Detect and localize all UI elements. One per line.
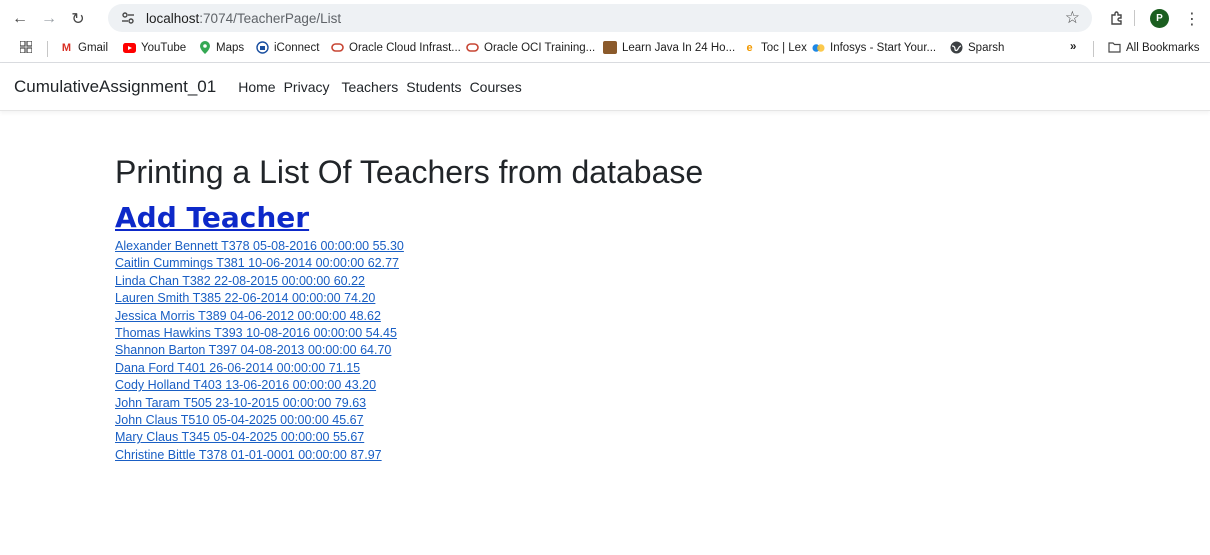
- bookmark-learn-java[interactable]: Learn Java In 24 Ho...: [603, 41, 735, 54]
- bookmark-label: iConnect: [274, 41, 320, 54]
- bookmark-label: Infosys - Start Your...: [830, 41, 937, 54]
- bookmark-label: Oracle Cloud Infrast...: [349, 41, 461, 54]
- more-bookmarks-button[interactable]: »: [1070, 41, 1076, 53]
- oracle-icon: [331, 41, 344, 54]
- folder-icon: [1108, 41, 1121, 54]
- teacher-link[interactable]: Lauren Smith T385 22-06-2014 00:00:00 74…: [115, 290, 703, 307]
- bookmark-label: Gmail: [78, 41, 109, 54]
- bookmark-gmail[interactable]: M Gmail: [60, 41, 108, 54]
- bookmark-maps[interactable]: Maps: [198, 41, 244, 54]
- teacher-link[interactable]: Shannon Barton T397 04-08-2013 00:00:00 …: [115, 342, 703, 359]
- youtube-icon: [123, 41, 136, 54]
- bookmark-label: Oracle OCI Training...: [484, 41, 596, 54]
- menu-kebab-icon[interactable]: ⋮: [1180, 7, 1204, 31]
- bookmark-oracle-oci[interactable]: Oracle OCI Training...: [466, 41, 595, 54]
- oracle-icon: [466, 41, 479, 54]
- back-arrow-icon[interactable]: ←: [8, 7, 32, 31]
- gmail-icon: M: [61, 41, 72, 54]
- teacher-link[interactable]: John Taram T505 23-10-2015 00:00:00 79.6…: [115, 395, 703, 412]
- teacher-link[interactable]: John Claus T510 05-04-2025 00:00:00 45.6…: [115, 412, 703, 429]
- bookmarks-bar: M Gmail YouTube Maps iConnect Oracle Clo…: [0, 36, 1210, 62]
- teacher-list: Alexander Bennett T378 05-08-2016 00:00:…: [115, 238, 703, 464]
- address-bar[interactable]: localhost:7074/TeacherPage/List ☆: [108, 4, 1092, 32]
- forward-arrow-icon[interactable]: →: [37, 7, 61, 31]
- iconnect-icon: [256, 41, 269, 54]
- teacher-link[interactable]: Alexander Bennett T378 05-08-2016 00:00:…: [115, 238, 703, 255]
- bookmarks-divider: [47, 41, 48, 57]
- nav-link-students[interactable]: Students: [406, 79, 461, 95]
- site-navbar: CumulativeAssignment_01 Home Privacy Tea…: [0, 63, 1210, 111]
- bookmark-oracle-cloud[interactable]: Oracle Cloud Infrast...: [331, 41, 461, 54]
- nav-link-privacy[interactable]: Privacy: [284, 79, 330, 95]
- lex-icon: e: [746, 41, 753, 54]
- bookmarks-divider: [1093, 41, 1094, 57]
- bookmark-youtube[interactable]: YouTube: [123, 41, 186, 54]
- bookmark-infosys[interactable]: Infosys - Start Your...: [812, 41, 936, 54]
- globe-icon: [950, 41, 963, 54]
- apps-grid-icon[interactable]: [20, 41, 32, 53]
- bookmark-toc-lex[interactable]: e Toc | Lex: [743, 41, 807, 54]
- main-content: Printing a List Of Teachers from databas…: [115, 152, 703, 464]
- bookmark-label: YouTube: [141, 41, 187, 54]
- toolbar-separator: [1134, 10, 1135, 26]
- reload-icon[interactable]: ↻: [66, 7, 90, 31]
- page-title: Printing a List Of Teachers from databas…: [115, 154, 704, 190]
- site-info-icon[interactable]: [118, 8, 138, 28]
- bookmark-label: Maps: [216, 41, 245, 54]
- teacher-link[interactable]: Thomas Hawkins T393 10-08-2016 00:00:00 …: [115, 325, 703, 342]
- bookmark-star-icon[interactable]: ☆: [1065, 8, 1080, 28]
- bookmark-label: Toc | Lex: [761, 41, 807, 54]
- url-path: :7074/TeacherPage/List: [199, 10, 342, 26]
- all-bookmarks-label: All Bookmarks: [1126, 41, 1200, 54]
- nav-link-home[interactable]: Home: [238, 79, 275, 95]
- nav-link-teachers[interactable]: Teachers: [341, 79, 398, 95]
- teacher-link[interactable]: Jessica Morris T389 04-06-2012 00:00:00 …: [115, 308, 703, 325]
- url-host: localhost: [146, 10, 200, 26]
- bookmark-label: Sparsh: [968, 41, 1005, 54]
- browser-toolbar: ← → ↻ localhost:7074/TeacherPage/List ☆ …: [0, 0, 1210, 36]
- infosys-icon: [812, 41, 825, 54]
- url-text: localhost:7074/TeacherPage/List: [146, 11, 341, 26]
- bookmark-iconnect[interactable]: iConnect: [256, 41, 319, 54]
- maps-icon: [198, 41, 211, 54]
- java-icon: [603, 41, 617, 54]
- bookmark-label: Learn Java In 24 Ho...: [622, 41, 736, 54]
- teacher-link[interactable]: Mary Claus T345 05-04-2025 00:00:00 55.6…: [115, 429, 703, 446]
- teacher-link[interactable]: Linda Chan T382 22-08-2015 00:00:00 60.2…: [115, 273, 703, 290]
- nav-link-courses[interactable]: Courses: [470, 79, 522, 95]
- add-teacher-link[interactable]: Add Teacher: [115, 202, 309, 234]
- extensions-icon[interactable]: [1105, 7, 1129, 31]
- teacher-link[interactable]: Christine Bittle T378 01-01-0001 00:00:0…: [115, 447, 703, 464]
- teacher-link[interactable]: Caitlin Cummings T381 10-06-2014 00:00:0…: [115, 255, 703, 272]
- teacher-link[interactable]: Cody Holland T403 13-06-2016 00:00:00 43…: [115, 377, 703, 394]
- navbar-brand[interactable]: CumulativeAssignment_01: [14, 77, 216, 97]
- teacher-link[interactable]: Dana Ford T401 26-06-2014 00:00:00 71.15: [115, 360, 703, 377]
- all-bookmarks-button[interactable]: All Bookmarks: [1108, 41, 1200, 54]
- bookmark-sparsh[interactable]: Sparsh: [950, 41, 1004, 54]
- profile-avatar[interactable]: P: [1150, 9, 1169, 28]
